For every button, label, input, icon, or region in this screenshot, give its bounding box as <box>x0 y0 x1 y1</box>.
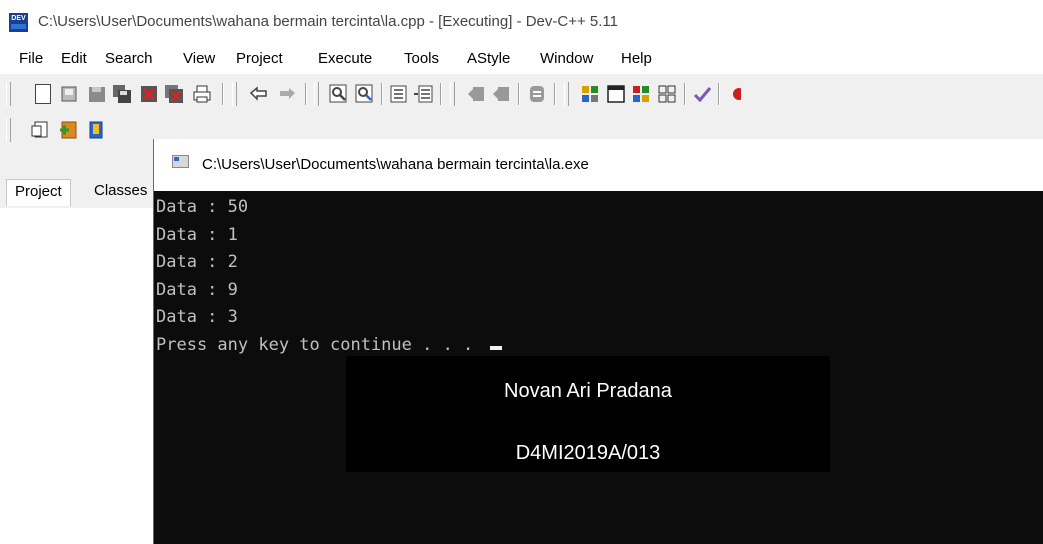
open-icon[interactable] <box>60 84 80 104</box>
unindent-icon[interactable] <box>413 84 433 104</box>
menu-project[interactable]: Project <box>236 50 283 67</box>
console-output[interactable]: Data : 50 Data : 1 Data : 2 Data : 9 Dat… <box>154 191 1043 544</box>
toolbar-grip[interactable] <box>232 82 237 106</box>
toolbar-grip[interactable] <box>564 82 569 106</box>
toolbar-separator <box>222 83 224 105</box>
menu-help[interactable]: Help <box>621 50 652 67</box>
console-line: Data : 9 <box>156 280 238 300</box>
close-all-icon[interactable] <box>164 84 184 104</box>
console-line: Data : 1 <box>156 225 238 245</box>
menu-edit[interactable]: Edit <box>61 50 87 67</box>
save-all-icon[interactable] <box>112 84 132 104</box>
console-line: Data : 2 <box>156 252 238 272</box>
compile-run-icon[interactable] <box>631 84 651 104</box>
text-cursor <box>489 346 502 350</box>
console-title-bar[interactable]: C:\Users\User\Documents\wahana bermain t… <box>154 139 1043 191</box>
toolbar-separator <box>381 83 383 105</box>
toolbar-grip[interactable] <box>6 82 11 106</box>
project-options-icon[interactable] <box>86 120 106 140</box>
replace-icon[interactable] <box>355 84 375 104</box>
left-panel-tabs: Project Classes <box>0 174 155 208</box>
menu-bar: File Edit Search View Project Execute To… <box>0 44 1043 74</box>
devcpp-app-icon[interactable]: DEV <box>9 13 28 32</box>
toolbar-area <box>0 74 1043 142</box>
menu-window[interactable]: Window <box>540 50 593 67</box>
menu-view[interactable]: View <box>183 50 215 67</box>
console-window-icon[interactable] <box>172 155 189 168</box>
close-icon[interactable] <box>139 84 159 104</box>
toolbar-separator <box>718 83 720 105</box>
toolbar-row-2 <box>0 114 155 146</box>
toolbar-grip[interactable] <box>6 118 11 142</box>
console-window[interactable]: C:\Users\User\Documents\wahana bermain t… <box>153 139 1043 544</box>
console-line: Data : 50 <box>156 197 249 217</box>
console-title: C:\Users\User\Documents\wahana bermain t… <box>202 156 589 173</box>
toolbar-row-1 <box>0 78 1043 110</box>
save-icon[interactable] <box>87 84 107 104</box>
tab-project[interactable]: Project <box>6 179 71 206</box>
bookmark-goto-icon[interactable] <box>491 84 511 104</box>
run-icon[interactable] <box>606 84 626 104</box>
toolbar-separator <box>518 83 520 105</box>
main-title-bar: DEV C:\Users\User\Documents\wahana berma… <box>0 0 1043 44</box>
indent-icon[interactable] <box>389 84 409 104</box>
toolbar-separator <box>554 83 556 105</box>
find-icon[interactable] <box>329 84 349 104</box>
menu-file[interactable]: File <box>19 50 43 67</box>
add-file-icon[interactable] <box>58 120 78 140</box>
syntax-check-icon[interactable] <box>692 84 712 104</box>
rebuild-icon[interactable] <box>657 84 677 104</box>
stop-icon[interactable] <box>527 84 547 104</box>
editor-tab-strip <box>155 128 1043 138</box>
debug-icon[interactable] <box>727 84 741 104</box>
bookmark-toggle-icon[interactable] <box>466 84 486 104</box>
author-name: Novan Ari Pradana <box>504 380 672 402</box>
console-line: Data : 3 <box>156 307 238 327</box>
print-icon[interactable] <box>192 84 212 104</box>
author-caption-box: Novan Ari Pradana D4MI2019A/013 <box>346 356 830 472</box>
project-tree-panel[interactable] <box>0 208 156 544</box>
new-file-icon[interactable] <box>35 84 51 104</box>
insert-icon[interactable] <box>30 120 50 140</box>
author-id: D4MI2019A/013 <box>515 442 661 464</box>
compile-icon[interactable] <box>580 84 600 104</box>
menu-astyle[interactable]: AStyle <box>467 50 510 67</box>
window-title: C:\Users\User\Documents\wahana bermain t… <box>38 13 618 30</box>
redo-icon[interactable] <box>276 84 296 104</box>
menu-search[interactable]: Search <box>105 50 153 67</box>
toolbar-separator <box>305 83 307 105</box>
press-any-key-text: Press any key to continue . . . <box>156 335 484 355</box>
toolbar-separator <box>684 83 686 105</box>
toolbar-grip[interactable] <box>314 82 319 106</box>
menu-execute[interactable]: Execute <box>318 50 372 67</box>
toolbar-grip[interactable] <box>450 82 455 106</box>
tab-classes[interactable]: Classes <box>94 182 147 199</box>
menu-tools[interactable]: Tools <box>404 50 439 67</box>
undo-icon[interactable] <box>248 84 268 104</box>
toolbar-separator <box>440 83 442 105</box>
